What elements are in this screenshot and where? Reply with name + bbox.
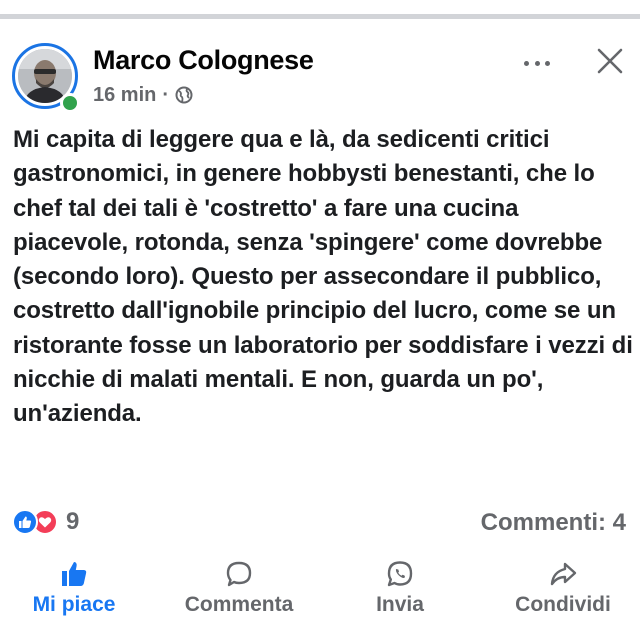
comments-count-link[interactable]: Commenti: 4 <box>481 509 626 537</box>
share-arrow-icon <box>548 557 578 591</box>
online-status-dot <box>60 93 80 113</box>
send-label: Invia <box>376 593 424 616</box>
whatsapp-icon <box>385 557 415 591</box>
meta-separator: · <box>162 83 170 106</box>
globe-icon[interactable] <box>175 86 193 104</box>
post-time[interactable]: 16 min <box>93 84 156 107</box>
dot-icon <box>534 60 540 66</box>
reaction-count: 9 <box>66 508 80 535</box>
like-reaction-icon <box>12 509 38 535</box>
post-text: Mi capita di leggere qua e là, da sedice… <box>13 126 633 428</box>
share-label: Condividi <box>515 593 611 616</box>
like-button[interactable]: Mi piace <box>14 557 134 637</box>
action-bar: Mi piace Commenta Invia Condividi <box>0 557 640 637</box>
dot-icon <box>545 60 550 66</box>
thumbs-up-icon <box>59 557 89 591</box>
more-options-button[interactable] <box>520 53 554 73</box>
close-icon[interactable] <box>594 45 626 77</box>
like-label: Mi piace <box>32 593 116 616</box>
comment-button[interactable]: Commenta <box>164 557 314 637</box>
post-card: Marco Colognese 16 min · Mi capita di le… <box>0 19 640 640</box>
send-button[interactable]: Invia <box>350 557 450 637</box>
avatar[interactable] <box>12 43 80 113</box>
post-meta: 16 min · <box>93 83 193 107</box>
comment-bubble-icon <box>224 557 254 591</box>
comment-label: Commenta <box>184 593 294 616</box>
author-name[interactable]: Marco Colognese <box>93 45 314 76</box>
share-button[interactable]: Condividi <box>498 557 628 637</box>
dot-icon <box>524 60 529 66</box>
reactions-summary[interactable]: 9 <box>12 507 79 537</box>
